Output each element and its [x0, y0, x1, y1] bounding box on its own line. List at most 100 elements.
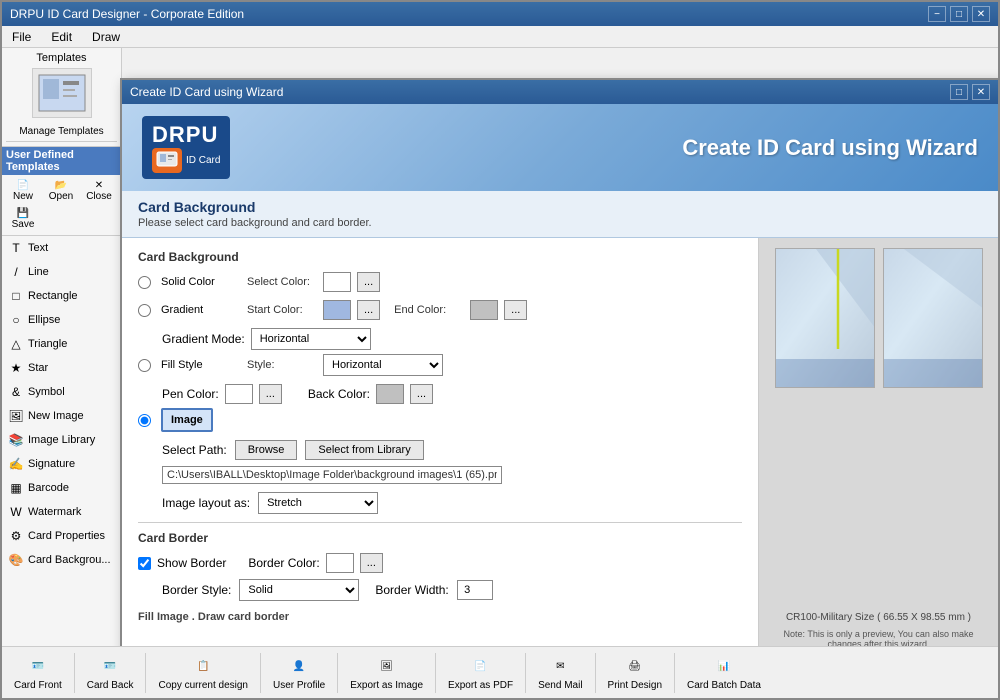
- new-button[interactable]: 📄 New: [4, 177, 42, 205]
- export-image-icon: 🖼: [375, 654, 399, 678]
- end-color-picker-button[interactable]: ...: [504, 300, 527, 320]
- border-width-label: Border Width:: [375, 583, 448, 597]
- toolbar-separator-5: [435, 653, 436, 693]
- sidebar-item-watermark[interactable]: W Watermark: [2, 500, 121, 524]
- toolbar-separator-2: [145, 653, 146, 693]
- image-selected-indicator: Image: [161, 408, 213, 432]
- user-profile-tool[interactable]: 👤 User Profile: [265, 650, 333, 695]
- close-icon: ✕: [95, 180, 103, 191]
- minimize-button[interactable]: −: [928, 6, 946, 22]
- sidebar-item-triangle[interactable]: △ Triangle: [2, 332, 121, 356]
- gradient-label: Gradient: [161, 304, 241, 316]
- layout-label: Image layout as:: [162, 496, 250, 510]
- save-button[interactable]: 💾 Save: [4, 205, 42, 233]
- toolbar-separator-3: [260, 653, 261, 693]
- select-color-label: Select Color:: [247, 276, 317, 288]
- sidebar-item-new-image[interactable]: 🖼 New Image: [2, 404, 121, 428]
- close-app-button[interactable]: ✕: [972, 6, 990, 22]
- export-pdf-tool[interactable]: 📄 Export as PDF: [440, 650, 521, 695]
- card-batch-tool[interactable]: 📊 Card Batch Data: [679, 650, 769, 695]
- fill-style-radio[interactable]: [138, 359, 151, 372]
- card-back-icon: 🪪: [98, 654, 122, 678]
- card-batch-icon: 📊: [712, 654, 736, 678]
- sidebar-item-image-library[interactable]: 📚 Image Library: [2, 428, 121, 452]
- image-library-icon: 📚: [8, 432, 24, 448]
- menu-edit[interactable]: Edit: [45, 28, 78, 46]
- sidebar-item-signature[interactable]: ✍ Signature: [2, 452, 121, 476]
- show-border-label: Show Border: [157, 556, 226, 570]
- gradient-radio[interactable]: [138, 304, 151, 317]
- new-icon: 📄: [17, 180, 29, 191]
- wizard-title: Create ID Card using Wizard: [130, 85, 283, 99]
- solid-color-picker-button[interactable]: ...: [357, 272, 380, 292]
- sidebar-item-line[interactable]: / Line: [2, 260, 121, 284]
- show-border-checkbox[interactable]: [138, 557, 151, 570]
- image-path-input[interactable]: [162, 466, 502, 484]
- border-color-picker-button[interactable]: ...: [360, 553, 383, 573]
- template-preview-icon: [37, 73, 87, 113]
- gradient-mode-select[interactable]: Horizontal Vertical Diagonal: [251, 328, 371, 350]
- text-icon: T: [8, 240, 24, 256]
- card-border-section-title: Card Border: [138, 531, 742, 545]
- copy-design-tool[interactable]: 📋 Copy current design: [150, 650, 256, 695]
- wizard-close-button[interactable]: ✕: [972, 84, 990, 100]
- start-color-label: Start Color:: [247, 304, 317, 316]
- fill-style-select[interactable]: Horizontal Vertical: [323, 354, 443, 376]
- card-front-tool[interactable]: 🪪 Card Front: [6, 650, 70, 695]
- export-image-tool[interactable]: 🖼 Export as Image: [342, 650, 431, 695]
- toolbar-separator-4: [337, 653, 338, 693]
- toolbar-separator-1: [74, 653, 75, 693]
- maximize-button[interactable]: □: [950, 6, 968, 22]
- image-radio[interactable]: [138, 414, 151, 427]
- sidebar-item-card-properties[interactable]: ⚙ Card Properties: [2, 524, 121, 548]
- sidebar-item-symbol[interactable]: & Symbol: [2, 380, 121, 404]
- gradient-mode-label: Gradient Mode:: [162, 332, 245, 346]
- save-icon: 💾: [17, 208, 29, 219]
- card-back-tool[interactable]: 🪪 Card Back: [79, 650, 142, 695]
- end-color-label: End Color:: [394, 304, 464, 316]
- barcode-icon: ▦: [8, 480, 24, 496]
- sidebar-item-text[interactable]: T Text: [2, 236, 121, 260]
- line-icon: /: [8, 264, 24, 280]
- toolbar-separator-8: [674, 653, 675, 693]
- card-back-preview: [883, 248, 983, 388]
- print-design-icon: 🖨: [623, 654, 647, 678]
- wizard-header-title: Create ID Card using Wizard: [682, 135, 978, 161]
- watermark-icon: W: [8, 504, 24, 520]
- sidebar-item-ellipse[interactable]: ○ Ellipse: [2, 308, 121, 332]
- close-button[interactable]: ✕ Close: [80, 177, 118, 205]
- sidebar-item-star[interactable]: ★ Star: [2, 356, 121, 380]
- border-width-input[interactable]: [457, 580, 493, 600]
- sidebar-item-barcode[interactable]: ▦ Barcode: [2, 476, 121, 500]
- triangle-icon: △: [8, 336, 24, 352]
- card-background-icon: 🎨: [8, 552, 24, 568]
- open-button[interactable]: 📂 Open: [42, 177, 80, 205]
- select-from-library-button[interactable]: Select from Library: [305, 440, 423, 460]
- browse-button[interactable]: Browse: [235, 440, 298, 460]
- menu-file[interactable]: File: [6, 28, 37, 46]
- card-front-preview: [775, 248, 875, 388]
- toolbar-separator-7: [595, 653, 596, 693]
- sidebar-item-card-background[interactable]: 🎨 Card Backgrou...: [2, 548, 121, 572]
- card-front-svg: [776, 249, 875, 388]
- open-icon: 📂: [55, 180, 67, 191]
- print-design-tool[interactable]: 🖨 Print Design: [600, 650, 670, 695]
- border-style-select[interactable]: Solid Dashed Dotted: [239, 579, 359, 601]
- solid-color-radio[interactable]: [138, 276, 151, 289]
- back-color-picker-button[interactable]: ...: [410, 384, 433, 404]
- ellipse-icon: ○: [8, 312, 24, 328]
- wizard-maximize-button[interactable]: □: [950, 84, 968, 100]
- image-layout-select[interactable]: Stretch Tile Center Zoom: [258, 492, 378, 514]
- start-color-picker-button[interactable]: ...: [357, 300, 380, 320]
- pen-color-picker-button[interactable]: ...: [259, 384, 282, 404]
- manage-templates[interactable]: Manage Templates: [6, 122, 117, 142]
- preview-note: Note: This is only a preview, You can al…: [769, 629, 988, 646]
- sidebar-item-rectangle[interactable]: □ Rectangle: [2, 284, 121, 308]
- send-mail-tool[interactable]: ✉ Send Mail: [530, 650, 590, 695]
- card-back-svg: [884, 249, 983, 388]
- bottom-toolbar: 🪪 Card Front 🪪 Card Back 📋 Copy current …: [2, 646, 998, 698]
- symbol-icon: &: [8, 384, 24, 400]
- border-color-label: Border Color:: [248, 556, 319, 570]
- menu-draw[interactable]: Draw: [86, 28, 126, 46]
- card-front-icon: 🪪: [26, 654, 50, 678]
